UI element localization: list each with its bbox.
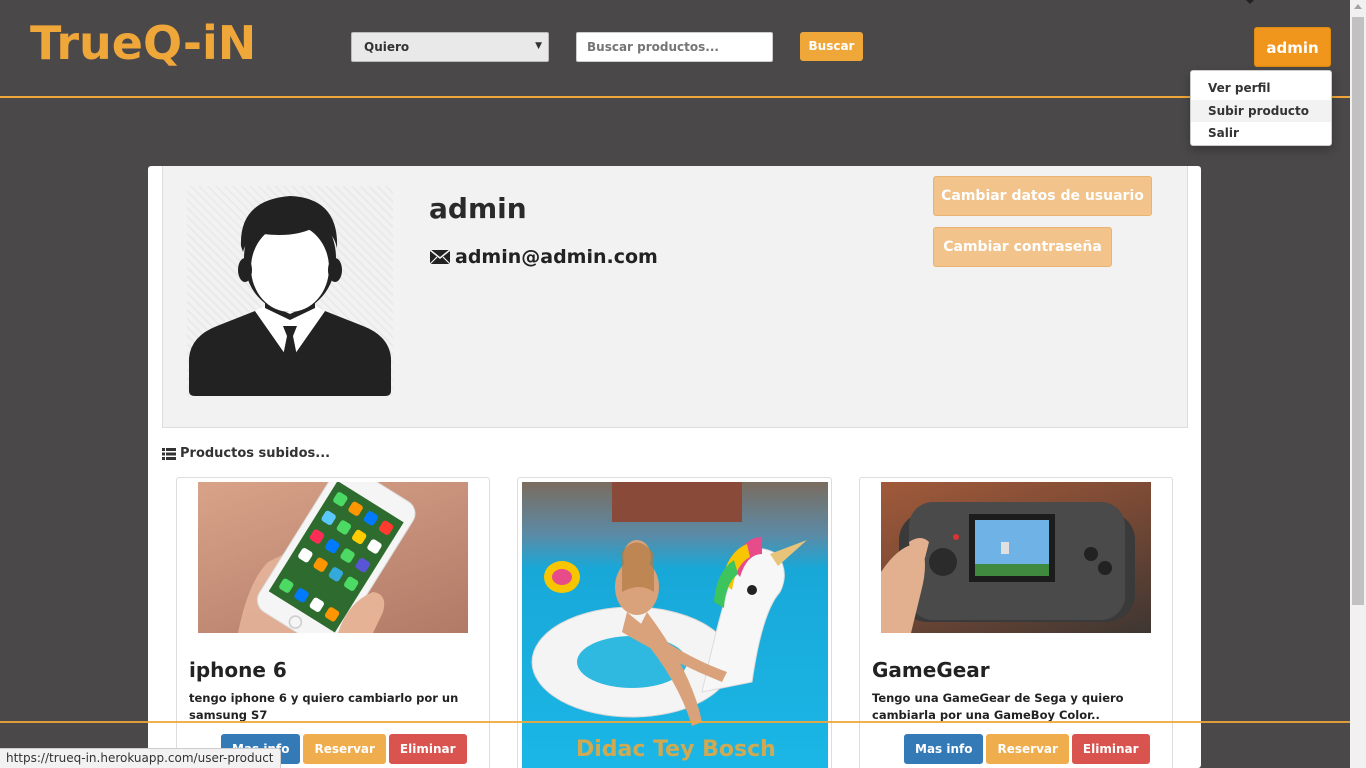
avatar: [187, 186, 393, 396]
change-user-data-button[interactable]: Cambiar datos de usuario: [933, 176, 1152, 216]
chevron-down-icon: ▼: [535, 41, 542, 51]
products-heading: Productos subidos...: [162, 446, 330, 461]
profile-panel: admin admin@admin.com Cambiar datos de u…: [148, 166, 1201, 768]
reserve-button[interactable]: Reservar: [303, 734, 386, 764]
more-info-button[interactable]: Mas info: [904, 734, 984, 764]
change-password-button[interactable]: Cambiar contraseña: [933, 227, 1112, 267]
product-card-unicorn: Didac Tey Bosch: [517, 477, 832, 768]
menu-item-subir-producto[interactable]: Subir producto: [1191, 99, 1331, 122]
image-watermark: Didac Tey Bosch: [576, 737, 776, 762]
product-description: Tengo una GameGear de Sega y quiero camb…: [872, 691, 1124, 722]
user-menu-button[interactable]: admin: [1254, 27, 1331, 67]
profile-card: admin admin@admin.com Cambiar datos de u…: [162, 166, 1188, 428]
filter-select-value: Quiero: [364, 40, 410, 54]
envelope-icon: [429, 249, 451, 265]
user-dropdown-menu: Ver perfil Subir producto Salir: [1190, 70, 1332, 146]
menu-item-salir[interactable]: Salir: [1191, 122, 1331, 145]
vertical-scrollbar[interactable]: [1350, 0, 1366, 768]
product-title: iphone 6: [189, 658, 287, 682]
filter-select[interactable]: Quiero ▼: [351, 32, 549, 62]
list-icon: [162, 447, 176, 460]
footer-divider: [0, 721, 1350, 723]
top-navbar: TrueQ-iN Quiero ▼ Buscar admin: [0, 0, 1350, 98]
product-image-phone[interactable]: [198, 482, 468, 633]
profile-username: admin: [429, 192, 527, 225]
delete-button[interactable]: Eliminar: [388, 734, 467, 764]
product-actions: Mas info Reservar Eliminar: [904, 734, 1150, 764]
search-button[interactable]: Buscar: [800, 32, 863, 61]
caret-icon: [1246, 0, 1254, 4]
product-title: GameGear: [872, 658, 990, 682]
menu-item-ver-perfil[interactable]: Ver perfil: [1191, 77, 1331, 100]
user-avatar-icon: [189, 196, 391, 396]
site-logo[interactable]: TrueQ-iN: [30, 16, 256, 70]
products-heading-label: Productos subidos...: [180, 446, 331, 461]
product-card-iphone: iphone 6 tengo iphone 6 y quiero cambiar…: [176, 477, 490, 768]
scroll-thumb[interactable]: [1352, 17, 1364, 605]
product-image-gamegear[interactable]: [881, 482, 1151, 633]
status-bar-url: https://trueq-in.herokuapp.com/user-prod…: [0, 748, 281, 768]
product-image-unicorn[interactable]: Didac Tey Bosch: [522, 482, 828, 768]
profile-email-row: admin@admin.com: [429, 246, 658, 268]
delete-button[interactable]: Eliminar: [1071, 734, 1150, 764]
scroll-up-icon[interactable]: [1354, 4, 1362, 9]
profile-email: admin@admin.com: [455, 246, 658, 268]
reserve-button[interactable]: Reservar: [986, 734, 1069, 764]
product-description: tengo iphone 6 y quiero cambiarlo por un…: [189, 691, 459, 722]
search-input[interactable]: [576, 32, 773, 62]
product-card-gamegear: GameGear Tengo una GameGear de Sega y qu…: [859, 477, 1173, 768]
